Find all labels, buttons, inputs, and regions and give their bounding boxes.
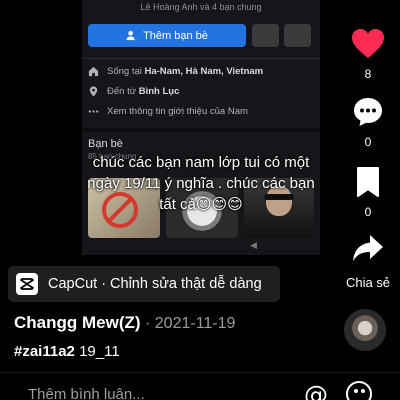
friends-title: Bạn bè [88, 138, 123, 150]
left-arrow-icon: ◀ [250, 240, 257, 250]
more-dots-icon [88, 110, 99, 113]
lives-value: Ha-Nam, Hà Nam, Vietnam [144, 66, 264, 77]
location-pin-icon [89, 86, 98, 97]
tag-text: 19_11 [74, 343, 120, 360]
like-button[interactable]: 8 [340, 28, 396, 81]
mention-icon[interactable]: @ [304, 381, 328, 400]
divider [82, 58, 320, 59]
add-friend-label: Thêm bạn bè [143, 29, 208, 42]
see-info-text: Xem thông tin giới thiệu của Nam [107, 106, 248, 117]
like-count: 8 [364, 67, 372, 81]
bookmark-button[interactable]: 0 [340, 166, 396, 219]
messenger-button [252, 24, 279, 47]
comment-count: 0 [364, 135, 372, 149]
person-add-icon [126, 30, 135, 41]
bookmark-count: 0 [364, 205, 372, 219]
author-name[interactable]: Changg Mew(Z) [14, 313, 141, 332]
from-prefix: Đến từ [107, 86, 139, 97]
more-button [284, 24, 311, 47]
comment-input-bar: Thêm bình luận... @ [0, 372, 400, 400]
emoji-icon[interactable] [346, 381, 372, 400]
post-date: · 2021-11-19 [140, 315, 236, 332]
comment-icon [354, 98, 382, 126]
share-arrow-icon [353, 235, 383, 261]
avatar[interactable] [344, 309, 386, 351]
section-divider [82, 128, 320, 132]
hashtag-link[interactable]: #zai11a2 [14, 343, 75, 360]
add-friend-button: Thêm bạn bè [88, 24, 246, 47]
video-caption-overlay: chúc các bạn nam lớp tui có một ngày 19/… [87, 154, 315, 213]
mutual-friends-text: Lê Hoàng Anh và 4 bạn chung [140, 2, 262, 12]
share-label: Chia sẻ [345, 275, 391, 290]
capcut-logo-icon [16, 273, 38, 295]
see-info-row: Xem thông tin giới thiệu của Nam [88, 106, 248, 117]
home-icon [88, 66, 99, 77]
share-button[interactable]: Chia sẻ [340, 232, 396, 290]
lives-prefix: Sống tại [107, 66, 145, 77]
capcut-anchor[interactable]: CapCut · Chỉnh sửa thật dễ dàng [8, 266, 280, 302]
lives-in-row: Sống tại Ha-Nam, Hà Nam, Vietnam [88, 66, 263, 77]
from-row: Đến từ Bình Lục [88, 86, 179, 97]
video-player[interactable]: Lê Hoàng Anh và 4 bạn chung Thêm bạn bè … [82, 0, 320, 255]
from-value: Bình Lục [138, 86, 180, 97]
comment-input[interactable]: Thêm bình luận... [28, 386, 145, 400]
bookmark-icon [357, 167, 379, 197]
capcut-label: CapCut · Chỉnh sửa thật dễ dàng [48, 276, 262, 292]
comment-button[interactable]: 0 [340, 96, 396, 149]
author-line: Changg Mew(Z) · 2021-11-19 [14, 313, 235, 333]
heart-icon [352, 29, 384, 58]
post-tags: #zai11a2 19_11 [14, 343, 120, 360]
